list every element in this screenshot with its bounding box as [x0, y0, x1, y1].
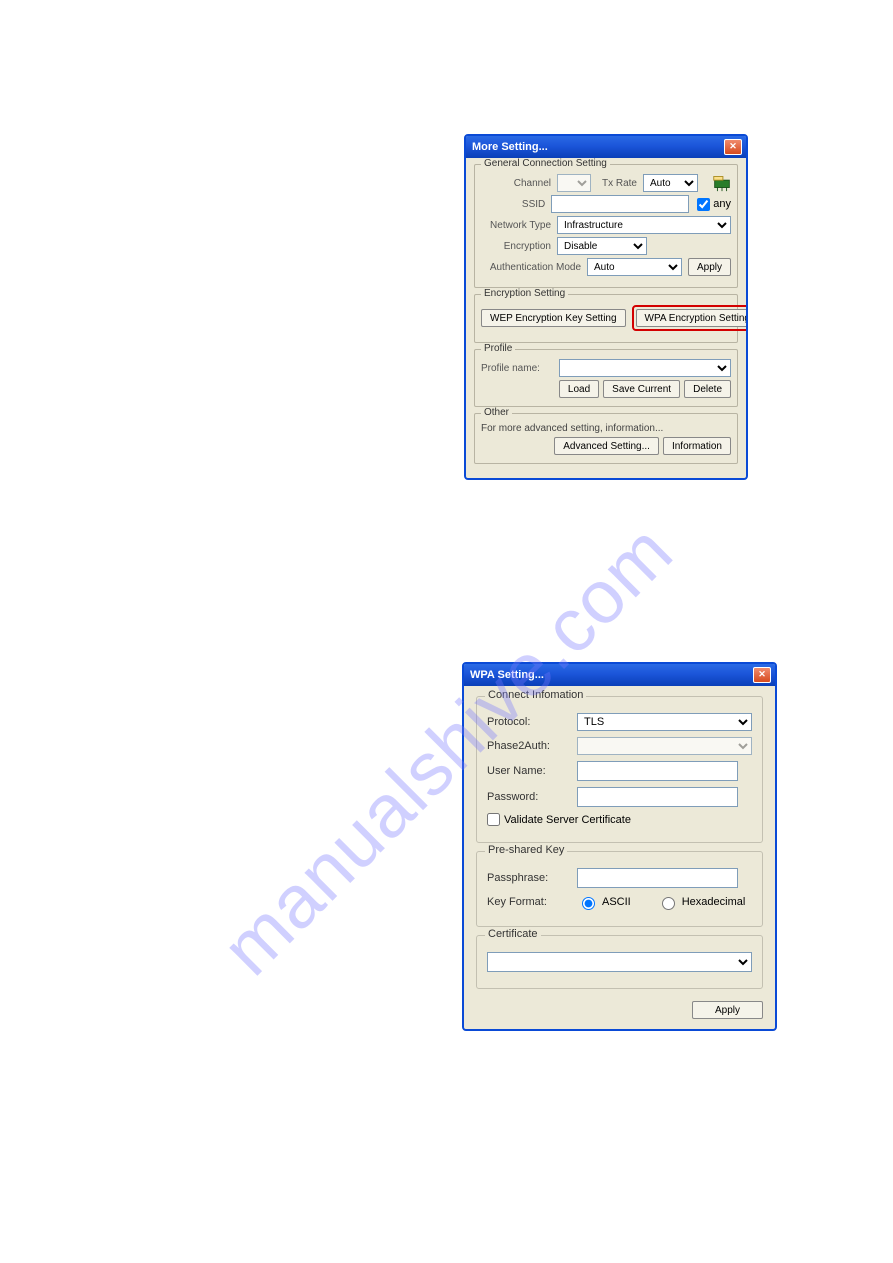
wpa-setting-window: WPA Setting... ✕ Connect Infomation Prot…	[462, 662, 777, 1031]
connect-information-legend: Connect Infomation	[485, 689, 586, 701]
protocol-label: Protocol:	[487, 716, 577, 728]
other-legend: Other	[481, 407, 512, 418]
password-label: Password:	[487, 791, 577, 803]
encryption-setting-legend: Encryption Setting	[481, 288, 568, 299]
any-label: any	[713, 198, 731, 210]
titlebar: WPA Setting... ✕	[464, 664, 775, 686]
wpa-highlight: WPA Encryption Setting	[632, 305, 748, 331]
channel-label: Channel	[481, 178, 557, 189]
network-type-select[interactable]: Infrastructure	[557, 216, 731, 234]
wpa-setting-button[interactable]: WPA Encryption Setting	[636, 309, 748, 327]
auth-mode-label: Authentication Mode	[481, 262, 587, 273]
profile-name-select[interactable]	[559, 359, 731, 377]
apply-button[interactable]: Apply	[692, 1001, 763, 1019]
close-icon[interactable]: ✕	[724, 139, 742, 155]
apply-button[interactable]: Apply	[688, 258, 731, 276]
other-group: Other For more advanced setting, informa…	[474, 413, 738, 464]
ssid-label: SSID	[481, 199, 551, 210]
password-input[interactable]	[577, 787, 738, 807]
encryption-label: Encryption	[481, 241, 557, 252]
more-setting-window: More Setting... ✕ General Connection Set…	[464, 134, 748, 480]
window-title: WPA Setting...	[470, 669, 544, 681]
phase2auth-select[interactable]	[577, 737, 752, 755]
ssid-input[interactable]	[551, 195, 689, 213]
preshared-key-group: Pre-shared Key Passphrase: Key Format: A…	[476, 851, 763, 927]
channel-select[interactable]	[557, 174, 591, 192]
wep-setting-button[interactable]: WEP Encryption Key Setting	[481, 309, 626, 327]
other-text: For more advanced setting, information..…	[481, 423, 663, 434]
passphrase-label: Passphrase:	[487, 872, 577, 884]
advanced-setting-button[interactable]: Advanced Setting...	[554, 437, 659, 455]
delete-button[interactable]: Delete	[684, 380, 731, 398]
close-icon[interactable]: ✕	[753, 667, 771, 683]
general-connection-legend: General Connection Setting	[481, 158, 610, 169]
key-format-label: Key Format:	[487, 896, 577, 908]
encryption-select[interactable]: Disable	[557, 237, 647, 255]
titlebar: More Setting... ✕	[466, 136, 746, 158]
connect-information-group: Connect Infomation Protocol: TLS Phase2A…	[476, 696, 763, 843]
username-input[interactable]	[577, 761, 738, 781]
ascii-radio[interactable]	[582, 897, 595, 910]
hexadecimal-radio[interactable]	[662, 897, 675, 910]
validate-cert-checkbox[interactable]	[487, 813, 500, 826]
information-button[interactable]: Information	[663, 437, 731, 455]
protocol-select[interactable]: TLS	[577, 713, 752, 731]
general-connection-group: General Connection Setting Channel Tx Ra…	[474, 164, 738, 288]
network-type-label: Network Type	[481, 220, 557, 231]
profile-group: Profile Profile name: Load Save Current …	[474, 349, 738, 407]
auth-mode-select[interactable]: Auto	[587, 258, 682, 276]
network-adapter-icon	[711, 171, 733, 193]
txrate-select[interactable]: Auto	[643, 174, 698, 192]
profile-legend: Profile	[481, 343, 515, 354]
certificate-legend: Certificate	[485, 928, 541, 940]
ascii-label: ASCII	[602, 896, 631, 908]
phase2auth-label: Phase2Auth:	[487, 740, 577, 752]
certificate-select[interactable]	[487, 952, 752, 972]
validate-cert-label: Validate Server Certificate	[504, 814, 631, 826]
txrate-label: Tx Rate	[591, 178, 643, 189]
passphrase-input[interactable]	[577, 868, 738, 888]
save-current-button[interactable]: Save Current	[603, 380, 680, 398]
hexadecimal-label: Hexadecimal	[682, 896, 746, 908]
profile-name-label: Profile name:	[481, 363, 559, 374]
username-label: User Name:	[487, 765, 577, 777]
window-title: More Setting...	[472, 141, 548, 153]
encryption-setting-group: Encryption Setting WEP Encryption Key Se…	[474, 294, 738, 343]
any-checkbox[interactable]	[697, 198, 710, 211]
certificate-group: Certificate	[476, 935, 763, 989]
preshared-key-legend: Pre-shared Key	[485, 844, 567, 856]
load-button[interactable]: Load	[559, 380, 599, 398]
